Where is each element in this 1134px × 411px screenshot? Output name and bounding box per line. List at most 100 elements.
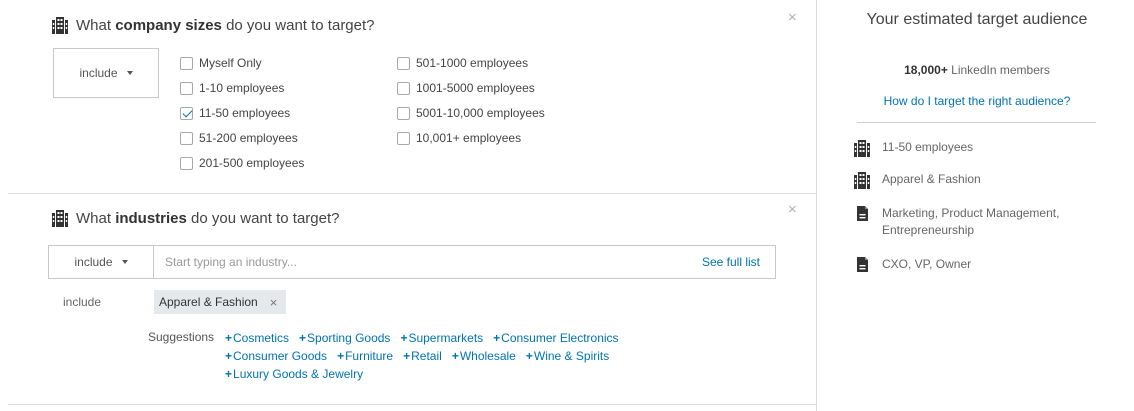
- suggestion-link[interactable]: +Supermarkets: [400, 331, 483, 345]
- company-size-label: 51-200 employees: [199, 131, 298, 145]
- company-size-label: 5001-10,000 employees: [416, 106, 545, 120]
- include-label: include: [79, 66, 118, 80]
- audience-count: 18,000+ LinkedIn members: [858, 63, 1096, 77]
- remove-chip-icon[interactable]: ×: [270, 295, 278, 310]
- suggestion-link[interactable]: +Retail: [403, 349, 442, 363]
- plus-icon: +: [337, 349, 345, 363]
- selected-industry-chip: Apparel & Fashion ×: [154, 290, 287, 314]
- building-icon: [52, 17, 68, 34]
- industry-include-dropdown[interactable]: include: [49, 246, 154, 278]
- chevron-down-icon: [126, 71, 133, 75]
- sidebar-divider: [857, 122, 1096, 123]
- building-icon: [854, 139, 870, 157]
- section-divider: [8, 193, 816, 194]
- document-icon: [854, 256, 870, 272]
- company-size-label: 11-50 employees: [199, 106, 291, 120]
- summary-text: CXO, VP, Owner: [882, 257, 972, 271]
- suggestion-link[interactable]: +Wine & Spirits: [526, 349, 609, 363]
- suggestion-label: Wine & Spirits: [533, 349, 610, 363]
- close-industries-icon[interactable]: ×: [788, 202, 797, 217]
- question-text: What: [76, 17, 116, 34]
- company-size-option[interactable]: 1001-5000 employees: [397, 81, 535, 95]
- company-size-option[interactable]: 11-50 employees: [180, 106, 290, 120]
- chip-label: Apparel & Fashion: [159, 295, 258, 309]
- building-icon: [854, 171, 870, 189]
- plus-icon: +: [451, 349, 459, 363]
- suggestion-link[interactable]: +Sporting Goods: [299, 331, 390, 345]
- suggestion-link[interactable]: +Consumer Goods: [225, 349, 327, 363]
- plus-icon: +: [403, 349, 411, 363]
- question-text: What: [76, 210, 116, 227]
- checkbox[interactable]: [180, 156, 193, 170]
- company-size-label: 10,001+ employees: [416, 131, 522, 145]
- company-size-option[interactable]: Myself Only: [180, 56, 262, 70]
- suggestion-link[interactable]: +Furniture: [337, 349, 393, 363]
- industry-search-input[interactable]: [154, 246, 702, 278]
- company-size-label: 1001-5000 employees: [416, 81, 535, 95]
- industries-question: What industries do you want to target?: [52, 210, 339, 227]
- suggestion-link[interactable]: +Consumer Electronics: [493, 331, 618, 345]
- audience-sidebar: Your estimated target audience 18,000+ L…: [818, 0, 1134, 411]
- checkbox[interactable]: [397, 56, 410, 70]
- suggestion-line: +Consumer Goods +Furniture +Retail +Wholesa…: [225, 349, 619, 363]
- suggestion-label: Retail: [411, 349, 442, 363]
- checkbox[interactable]: [180, 131, 193, 145]
- company-size-option[interactable]: 1-10 employees: [180, 81, 284, 95]
- suggestion-link[interactable]: +Luxury Goods & Jewelry: [225, 367, 363, 381]
- document-icon: [854, 205, 870, 221]
- company-size-option[interactable]: 501-1000 employees: [397, 56, 528, 70]
- company-size-label: 501-1000 employees: [416, 56, 529, 70]
- plus-icon: +: [299, 331, 307, 345]
- question-keyword: industries: [115, 210, 187, 227]
- company-size-option[interactable]: 10,001+ employees: [397, 131, 521, 145]
- see-full-list-link[interactable]: See full list: [702, 246, 775, 278]
- checkbox[interactable]: [397, 106, 410, 120]
- suggestions-label: Suggestions: [148, 330, 215, 344]
- company-size-include-dropdown[interactable]: include: [53, 48, 159, 98]
- checkbox[interactable]: [180, 81, 193, 95]
- building-icon: [52, 210, 68, 227]
- checkbox-checked[interactable]: [180, 106, 193, 120]
- summary-text: Apparel & Fashion: [882, 172, 981, 186]
- close-company-sizes-icon[interactable]: ×: [788, 10, 797, 25]
- company-size-option[interactable]: 201-500 employees: [180, 156, 304, 170]
- company-size-option[interactable]: 51-200 employees: [180, 131, 298, 145]
- suggestion-label: Cosmetics: [233, 331, 290, 345]
- suggestion-label: Consumer Electronics: [501, 331, 619, 345]
- question-text: do you want to target?: [186, 210, 340, 227]
- checkbox[interactable]: [397, 131, 410, 145]
- checkbox[interactable]: [180, 56, 193, 70]
- suggestion-label: Sporting Goods: [307, 331, 391, 345]
- company-sizes-question: What company sizes do you want to target…: [52, 17, 375, 34]
- plus-icon: +: [400, 331, 408, 345]
- include-label: include: [74, 255, 113, 269]
- audience-count-number: 18,000+: [904, 63, 948, 77]
- summary-item: Apparel & Fashion: [854, 171, 1082, 189]
- summary-item: 11-50 employees: [854, 139, 1082, 157]
- company-size-label: Myself Only: [199, 56, 262, 70]
- audience-count-label: LinkedIn members: [947, 63, 1050, 77]
- plus-icon: +: [225, 349, 233, 363]
- suggestion-label: Consumer Goods: [233, 349, 328, 363]
- plus-icon: +: [493, 331, 501, 345]
- target-help-link[interactable]: How do I target the right audience?: [858, 94, 1096, 108]
- suggestion-label: Furniture: [345, 349, 394, 363]
- summary-text: 11-50 employees: [882, 140, 974, 154]
- plus-icon: +: [225, 367, 233, 381]
- section-divider: [8, 404, 816, 405]
- suggestion-link[interactable]: +Cosmetics: [225, 331, 289, 345]
- plus-icon: +: [225, 331, 233, 345]
- company-size-label: 1-10 employees: [199, 81, 285, 95]
- selected-include-label: include: [63, 295, 102, 309]
- summary-item: Marketing, Product Management, Entrepren…: [854, 205, 1082, 239]
- question-text: do you want to target?: [221, 17, 375, 34]
- company-size-label: 201-500 employees: [199, 156, 305, 170]
- suggestion-line: +Luxury Goods & Jewelry: [225, 367, 373, 381]
- industry-search-row: include See full list: [48, 245, 776, 279]
- suggestion-link[interactable]: +Wholesale: [452, 349, 516, 363]
- chevron-down-icon: [121, 260, 128, 264]
- summary-item: CXO, VP, Owner: [854, 256, 1082, 273]
- checkbox[interactable]: [397, 81, 410, 95]
- summary-text: Marketing, Product Management, Entrepren…: [882, 206, 1060, 237]
- company-size-option[interactable]: 5001-10,000 employees: [397, 106, 545, 120]
